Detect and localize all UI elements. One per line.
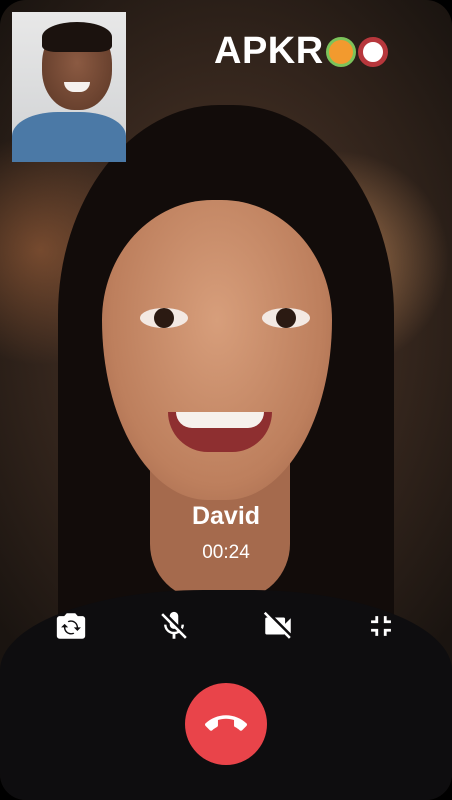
videocam-off-icon — [263, 611, 291, 639]
call-duration: 00:24 — [202, 542, 250, 563]
call-end-icon — [205, 715, 247, 731]
end-call-button[interactable] — [185, 683, 267, 765]
minimize-call-button[interactable] — [361, 606, 401, 646]
camera-rotate-icon — [56, 613, 86, 639]
caller-name: David — [191, 502, 261, 530]
switch-camera-button[interactable] — [51, 606, 91, 646]
mute-microphone-button[interactable] — [154, 606, 194, 646]
video-off-button[interactable] — [258, 606, 298, 646]
video-call-screen: APKR David 00:24 — [0, 0, 452, 800]
android-badge-icon — [325, 36, 356, 67]
target-badge-icon — [357, 36, 388, 67]
fullscreen-exit-icon — [371, 616, 391, 636]
mic-off-icon — [161, 611, 187, 639]
apkroo-logo: APKR — [214, 30, 388, 73]
logo-text: APKR — [214, 30, 324, 72]
self-video-preview[interactable] — [12, 12, 126, 162]
